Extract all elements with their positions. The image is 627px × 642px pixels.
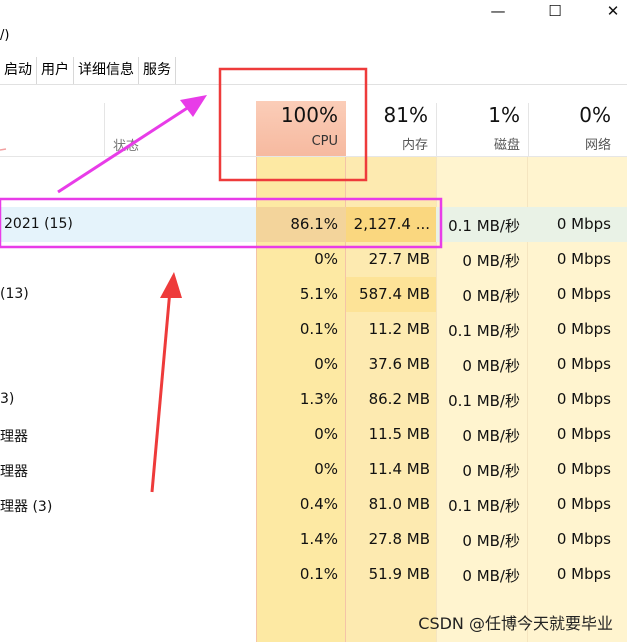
selected-row-highlight-box xyxy=(0,197,443,249)
pink-mark xyxy=(0,148,7,151)
magenta-arrow-head xyxy=(180,95,207,117)
cpu-highlight-box xyxy=(218,67,368,182)
red-arrow-head xyxy=(160,272,182,298)
annotation-overlay xyxy=(0,67,443,493)
red-arrow-shaft xyxy=(150,289,172,493)
magenta-arrow-shaft xyxy=(57,101,196,194)
